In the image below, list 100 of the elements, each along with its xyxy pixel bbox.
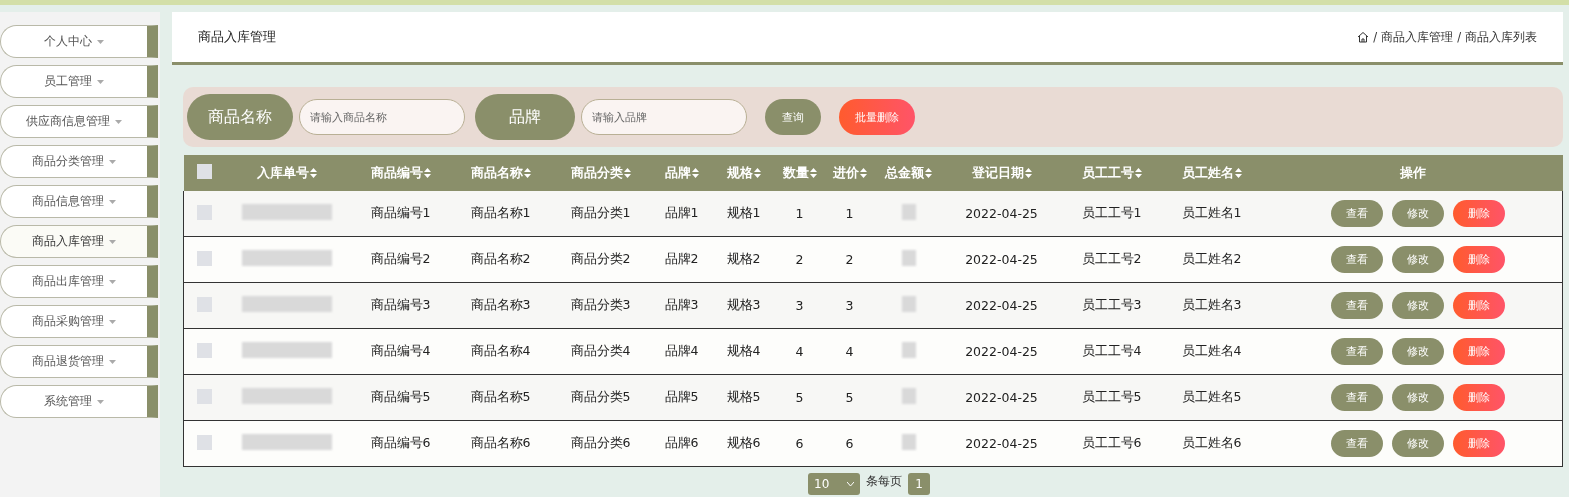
search-field[interactable]: 请输入品牌	[581, 99, 747, 135]
column-header[interactable]: 操作	[1400, 164, 1426, 180]
breadcrumb-item[interactable]: 商品入库列表	[1465, 29, 1537, 45]
table-cell: 品牌1	[664, 205, 699, 220]
sort-icon[interactable]	[925, 168, 932, 178]
table-cell: 品牌3	[664, 297, 699, 312]
action-button[interactable]: 查看	[1330, 338, 1383, 365]
sort-icon[interactable]	[809, 168, 817, 178]
table-cell: 商品编号1	[370, 205, 431, 220]
delete-button[interactable]: 删除	[1452, 200, 1505, 227]
action-button[interactable]: 查看	[1330, 292, 1383, 319]
sort-icon[interactable]	[859, 168, 867, 178]
sidebar-item[interactable]: 商品入库管理	[0, 225, 158, 258]
table-cell: 员工姓名5	[1181, 389, 1242, 404]
table-cell: 员工姓名3	[1181, 297, 1242, 312]
page-number[interactable]: 1	[908, 473, 930, 495]
home-icon[interactable]	[1357, 31, 1370, 43]
action-button[interactable]: 查看	[1330, 200, 1383, 227]
sidebar-item[interactable]: 员工管理	[0, 65, 158, 98]
page-title: 商品入库管理	[198, 28, 276, 46]
table-cell: 商品名称4	[470, 343, 531, 358]
table-cell: 规格4	[726, 343, 761, 358]
table-cell: 员工工号4	[1081, 343, 1142, 358]
caret-icon	[97, 39, 104, 44]
table-cell: 商品名称6	[470, 435, 531, 450]
table-cell: 1	[845, 206, 854, 221]
caret-icon	[109, 319, 116, 324]
page-size-label: 条每页	[866, 473, 902, 490]
action-button[interactable]: 修改	[1391, 338, 1444, 365]
column-header[interactable]: 规格	[726, 164, 753, 180]
column-header[interactable]: 入库单号	[256, 164, 309, 180]
breadcrumb-item[interactable]: 商品入库管理	[1381, 29, 1454, 45]
sort-icon[interactable]	[309, 168, 317, 178]
column-header[interactable]: 登记日期	[971, 164, 1024, 180]
row-checkbox[interactable]	[197, 250, 213, 266]
delete-button[interactable]: 删除	[1452, 246, 1505, 273]
sort-icon[interactable]	[1134, 168, 1142, 178]
caret-icon	[97, 79, 104, 84]
sidebar-item[interactable]: 商品分类管理	[0, 145, 158, 178]
row-checkbox[interactable]	[197, 204, 213, 220]
action-button[interactable]: 修改	[1391, 430, 1444, 457]
delete-button[interactable]: 删除	[1452, 384, 1505, 411]
table-cell: 商品名称3	[470, 297, 531, 312]
sidebar-item[interactable]: 商品出库管理	[0, 265, 158, 298]
sidebar-item[interactable]: 个人中心	[0, 25, 158, 58]
caret-icon	[109, 359, 116, 364]
sort-icon[interactable]	[523, 168, 531, 178]
search-field[interactable]: 请输入商品名称	[299, 99, 465, 135]
query-button[interactable]: 查询	[765, 99, 821, 135]
action-button[interactable]: 修改	[1391, 292, 1444, 319]
table-cell: 员工工号2	[1081, 251, 1142, 266]
action-button[interactable]: 查看	[1330, 384, 1383, 411]
table-cell: 商品名称2	[470, 251, 531, 266]
table-cell: 商品分类5	[570, 389, 631, 404]
table-cell: 4	[845, 344, 854, 359]
sort-icon[interactable]	[1234, 168, 1242, 178]
action-button[interactable]: 查看	[1330, 430, 1383, 457]
table-cell: 3	[795, 298, 804, 313]
table-cell: 2022-04-25	[965, 252, 1038, 267]
table-cell: 员工姓名4	[1181, 343, 1242, 358]
action-button[interactable]: 修改	[1391, 246, 1444, 273]
batch-delete-button[interactable]: 批量删除	[839, 99, 915, 135]
sort-icon[interactable]	[623, 168, 631, 178]
caret-icon	[109, 279, 116, 284]
page-size-select[interactable]: 10	[808, 473, 860, 495]
table-cell: 员工姓名1	[1181, 205, 1242, 220]
action-button[interactable]: 查看	[1330, 246, 1383, 273]
sidebar-item[interactable]: 供应商信息管理	[0, 105, 158, 138]
table-cell: 员工姓名6	[1181, 435, 1242, 450]
delete-button[interactable]: 删除	[1452, 430, 1505, 457]
sidebar-item[interactable]: 商品信息管理	[0, 185, 158, 218]
select-all-checkbox[interactable]	[197, 164, 212, 179]
sort-icon[interactable]	[1024, 168, 1032, 178]
table-cell: 商品分类1	[570, 205, 631, 220]
sidebar-item[interactable]: 商品采购管理	[0, 305, 158, 338]
row-checkbox[interactable]	[197, 296, 213, 312]
table-cell: 规格6	[726, 435, 761, 450]
row-checkbox[interactable]	[197, 434, 213, 450]
table-cell: 商品名称5	[470, 389, 531, 404]
blurred-cell	[901, 250, 916, 266]
sort-icon[interactable]	[753, 168, 761, 178]
row-checkbox[interactable]	[197, 388, 213, 404]
table-cell: 规格5	[726, 389, 761, 404]
breadcrumb-separator: /	[1373, 30, 1378, 44]
table-cell: 商品分类4	[570, 343, 631, 358]
table-cell: 商品分类2	[570, 251, 631, 266]
field-label: 商品名称	[187, 94, 293, 140]
table-cell: 规格2	[726, 251, 761, 266]
sidebar-item[interactable]: 系统管理	[0, 385, 158, 418]
delete-button[interactable]: 删除	[1452, 338, 1505, 365]
sort-icon[interactable]	[691, 168, 699, 178]
table-cell: 4	[795, 344, 804, 359]
table-cell: 商品编号4	[370, 343, 431, 358]
row-checkbox[interactable]	[197, 342, 213, 358]
action-button[interactable]: 修改	[1391, 200, 1444, 227]
sort-icon[interactable]	[423, 168, 431, 178]
table-cell: 品牌5	[664, 389, 699, 404]
delete-button[interactable]: 删除	[1452, 292, 1505, 319]
action-button[interactable]: 修改	[1391, 384, 1444, 411]
sidebar-item[interactable]: 商品退货管理	[0, 345, 158, 378]
